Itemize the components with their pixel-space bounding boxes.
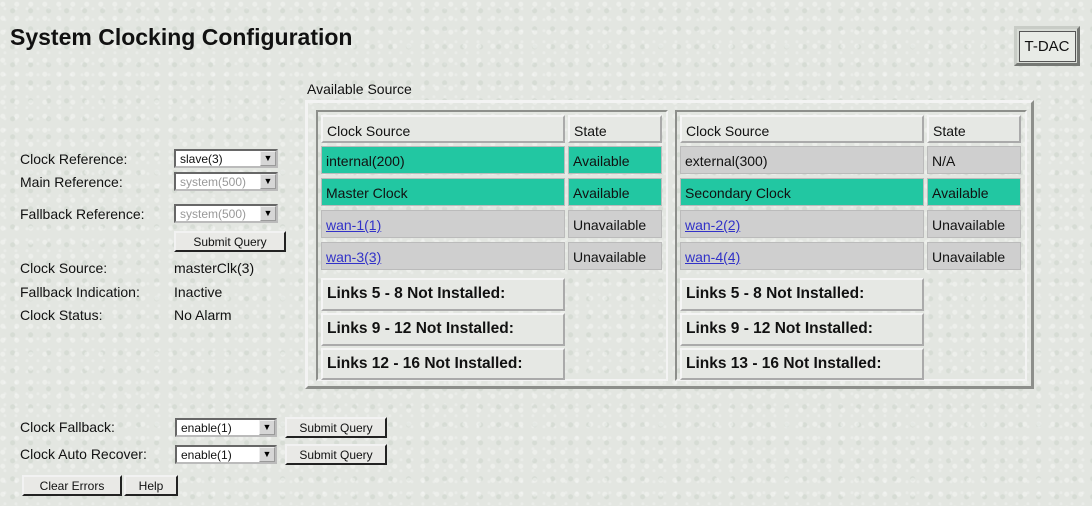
chevron-down-icon: ▼ xyxy=(260,151,276,166)
wan-2-link[interactable]: wan-2(2) xyxy=(685,217,740,233)
chevron-down-icon: ▼ xyxy=(260,174,276,189)
available-source-label: Available Source xyxy=(307,81,412,97)
source-row: wan-4(4) xyxy=(680,242,924,270)
header-clock-source: Clock Source xyxy=(680,115,924,143)
right-source-table: Clock Source State external(300) N/A Sec… xyxy=(675,110,1027,381)
source-external: external(300) xyxy=(680,146,924,174)
source-row: wan-3(3) xyxy=(321,242,565,270)
clock-fallback-select[interactable]: enable(1) ▼ xyxy=(175,418,277,437)
clock-source-value: masterClk(3) xyxy=(174,260,255,276)
main-reference-label: Main Reference: xyxy=(20,174,123,190)
clear-errors-button[interactable]: Clear Errors xyxy=(22,475,122,496)
clock-reference-value: slave(3) xyxy=(180,152,223,166)
clock-source-label: Clock Source: xyxy=(20,260,108,276)
available-source-panel: Clock Source State internal(200) Availab… xyxy=(305,100,1034,389)
links-not-installed-note: Links 5 - 8 Not Installed: xyxy=(680,278,924,311)
links-not-installed-note: Links 12 - 16 Not Installed: xyxy=(321,348,565,380)
wan-3-link[interactable]: wan-3(3) xyxy=(326,249,381,265)
state-unavailable: Unavailable xyxy=(568,242,662,270)
state-available: Available xyxy=(927,178,1021,206)
source-row: wan-1(1) xyxy=(321,210,565,238)
source-row: wan-2(2) xyxy=(680,210,924,238)
clock-status-value: No Alarm xyxy=(174,307,232,323)
links-not-installed-note: Links 5 - 8 Not Installed: xyxy=(321,278,565,311)
left-source-table: Clock Source State internal(200) Availab… xyxy=(316,110,668,381)
submit-reference-button[interactable]: Submit Query xyxy=(174,231,286,252)
wan-4-link[interactable]: wan-4(4) xyxy=(685,249,740,265)
state-available: Available xyxy=(568,178,662,206)
chevron-down-icon: ▼ xyxy=(259,420,275,435)
submit-fallback-button[interactable]: Submit Query xyxy=(285,417,387,438)
submit-auto-recover-button[interactable]: Submit Query xyxy=(285,444,387,465)
state-unavailable: Unavailable xyxy=(927,242,1021,270)
clock-reference-label: Clock Reference: xyxy=(20,151,128,167)
help-button[interactable]: Help xyxy=(124,475,178,496)
fallback-indication-label: Fallback Indication: xyxy=(20,284,140,300)
source-internal: internal(200) xyxy=(321,146,565,174)
state-na: N/A xyxy=(927,146,1021,174)
clock-auto-recover-label: Clock Auto Recover: xyxy=(20,446,147,462)
header-state: State xyxy=(927,115,1021,143)
clock-auto-recover-value: enable(1) xyxy=(181,448,232,462)
source-secondary-clock: Secondary Clock xyxy=(680,178,924,206)
clock-fallback-value: enable(1) xyxy=(181,421,232,435)
header-clock-source: Clock Source xyxy=(321,115,565,143)
header-state: State xyxy=(568,115,662,143)
wan-1-link[interactable]: wan-1(1) xyxy=(326,217,381,233)
fallback-reference-value: system(500) xyxy=(180,207,247,221)
fallback-reference-label: Fallback Reference: xyxy=(20,206,145,222)
links-not-installed-note: Links 9 - 12 Not Installed: xyxy=(321,313,565,346)
clock-reference-select[interactable]: slave(3) ▼ xyxy=(174,149,278,168)
clock-fallback-label: Clock Fallback: xyxy=(20,419,115,435)
links-not-installed-note: Links 9 - 12 Not Installed: xyxy=(680,313,924,346)
fallback-reference-select[interactable]: system(500) ▼ xyxy=(174,204,278,223)
links-not-installed-note: Links 13 - 16 Not Installed: xyxy=(680,348,924,380)
clock-status-label: Clock Status: xyxy=(20,307,103,323)
tdac-label: T-DAC xyxy=(1018,30,1076,62)
tdac-badge-button[interactable]: T-DAC xyxy=(1014,26,1080,66)
state-available: Available xyxy=(568,146,662,174)
clock-auto-recover-select[interactable]: enable(1) ▼ xyxy=(175,445,277,464)
main-reference-select[interactable]: system(500) ▼ xyxy=(174,172,278,191)
chevron-down-icon: ▼ xyxy=(259,447,275,462)
state-unavailable: Unavailable xyxy=(927,210,1021,238)
main-reference-value: system(500) xyxy=(180,175,247,189)
source-master-clock: Master Clock xyxy=(321,178,565,206)
page-title: System Clocking Configuration xyxy=(10,24,353,50)
state-unavailable: Unavailable xyxy=(568,210,662,238)
fallback-indication-value: Inactive xyxy=(174,284,223,300)
chevron-down-icon: ▼ xyxy=(260,206,276,221)
